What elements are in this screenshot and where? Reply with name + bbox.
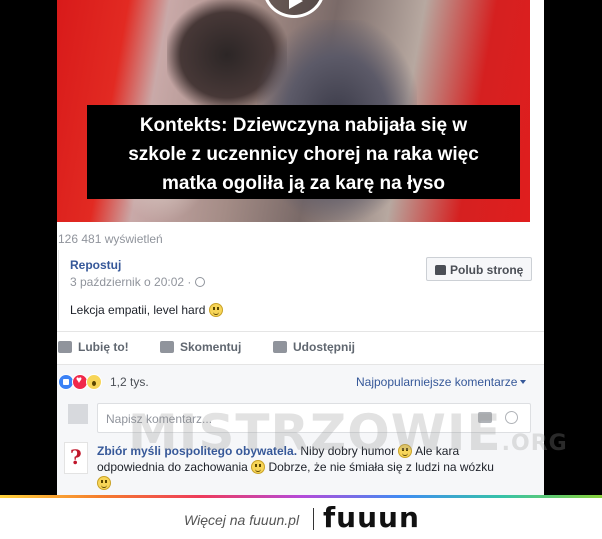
caption-line: matka ogoliła ją za karę na łyso [161, 173, 445, 194]
share-label: Udostępnij [293, 340, 355, 354]
smile-emoji-icon [97, 476, 111, 490]
caption-line: Kontekts: Dziewczyna nabijała się w [139, 115, 468, 136]
globe-icon [195, 277, 206, 287]
more-link[interactable]: Więcej na fuuun.pl [184, 512, 299, 528]
caret-down-icon [520, 380, 527, 384]
comment-button[interactable]: Skomentuj [160, 340, 241, 354]
comment-label: Skomentuj [180, 340, 242, 354]
site-logo[interactable]: fuuun [323, 501, 420, 534]
like-page-button[interactable]: Polub stronę [426, 257, 532, 281]
date-text: 3 październik o 20:02 · [70, 275, 192, 289]
footer-banner: Więcej na fuuun.pl fuuun [0, 495, 602, 539]
view-count: 126 481 wyświetleń [58, 232, 163, 246]
caption-line: szkole z uczennicy chorej na raka więc [128, 144, 479, 165]
current-user-avatar [68, 404, 88, 424]
comment-icon [160, 341, 174, 353]
commenter-avatar[interactable]: ? [64, 442, 88, 474]
post-text: Lekcja empatii, level hard [70, 303, 206, 317]
divider [57, 331, 544, 332]
comment-text-part: Dobrze, że nie śmiała się z ludzi na wóz… [268, 460, 494, 474]
shared-post-author[interactable]: Repostuj [70, 258, 121, 272]
watermark: MISTRZOWIE.ORG [128, 404, 568, 462]
wow-icon [86, 374, 102, 390]
shared-post-text: Lekcja empatii, level hard [70, 303, 223, 317]
watermark-main: MISTRZOWIE [128, 404, 502, 462]
reaction-count[interactable]: 1,2 tys. [110, 375, 149, 389]
post-actions-bar: Lubię to! Skomentuj Udostępnij [57, 338, 544, 358]
video-player[interactable]: Kontekts: Dziewczyna nabijała się w szko… [57, 0, 530, 222]
thumbs-up-icon [58, 341, 72, 353]
video-caption: Kontekts: Dziewczyna nabijała się w szko… [87, 105, 520, 199]
comment-sort-dropdown[interactable]: Najpopularniejsze komentarze [356, 375, 527, 389]
play-icon [289, 0, 303, 9]
share-arrow-icon [273, 341, 287, 353]
smile-emoji-icon [251, 460, 266, 474]
thumbs-up-icon [435, 265, 446, 275]
like-page-label: Polub stronę [450, 263, 524, 277]
like-label: Lubię to! [78, 340, 129, 354]
question-mark-logo-icon: ? [70, 445, 82, 469]
share-button[interactable]: Udostępnij [273, 340, 355, 354]
watermark-suffix: .ORG [501, 431, 568, 456]
smile-emoji-icon [208, 303, 223, 317]
sort-label: Najpopularniejsze komentarze [356, 375, 518, 389]
shared-post-date[interactable]: 3 październik o 20:02 · [70, 275, 206, 289]
like-button[interactable]: Lubię to! [58, 340, 129, 354]
rainbow-stripe [0, 495, 602, 498]
divider [313, 508, 314, 530]
